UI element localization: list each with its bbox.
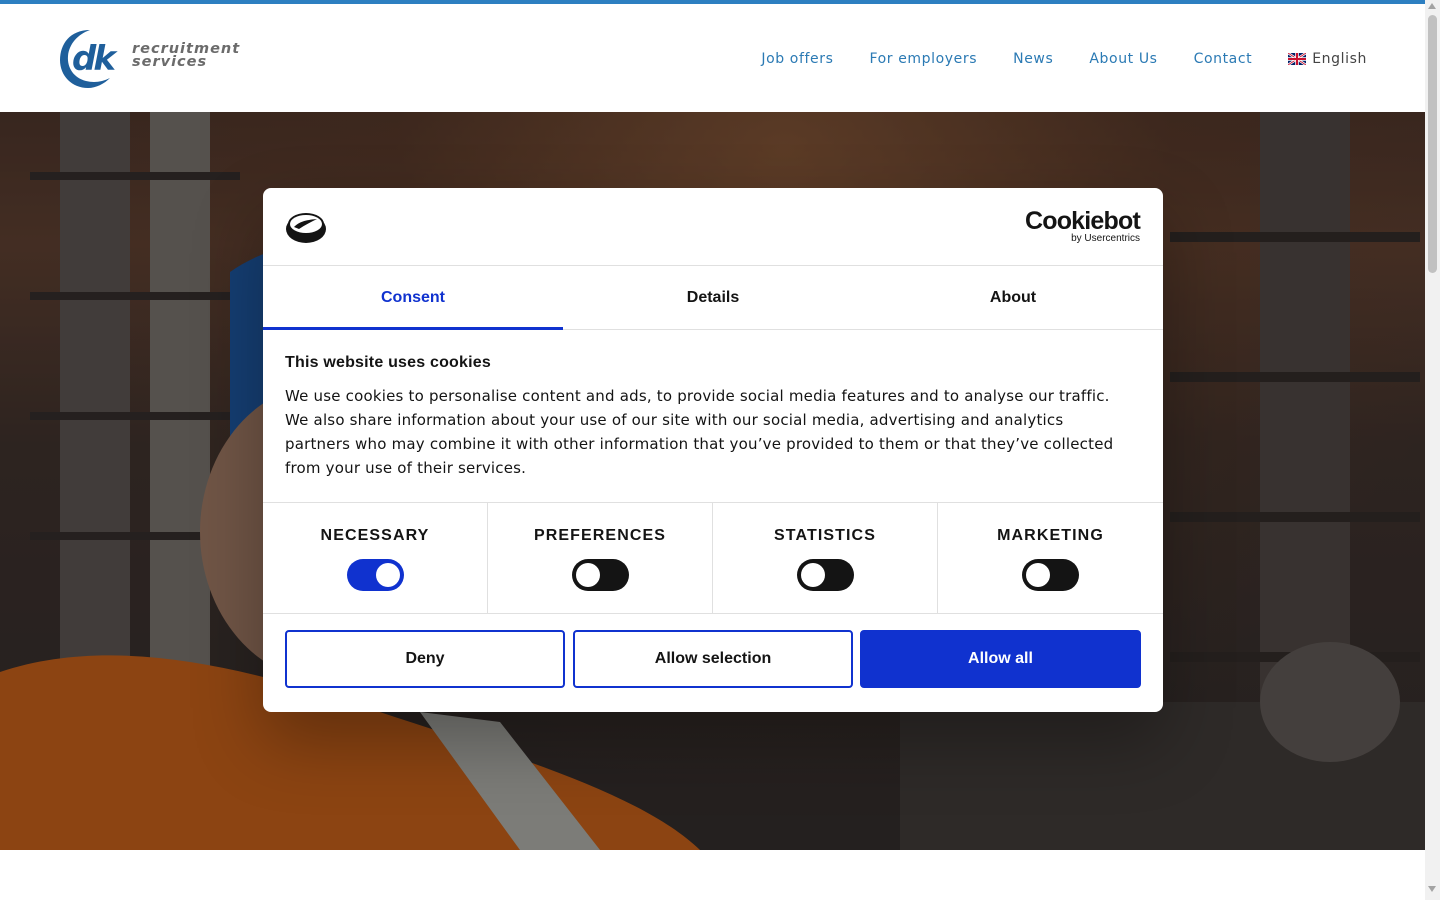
- site-header: dk recruitment services Job offers For e…: [0, 4, 1425, 112]
- uk-flag-icon: [1288, 53, 1307, 65]
- toggle-knob: [575, 563, 600, 587]
- scrollbar-thumb[interactable]: [1428, 15, 1437, 273]
- tab-about[interactable]: About: [863, 266, 1163, 329]
- dialog-header: Cookiebot by Usercentrics: [263, 188, 1163, 266]
- cookie-consent-dialog: Cookiebot by Usercentrics Consent Detail…: [263, 188, 1163, 712]
- category-label: NECESSARY: [320, 527, 430, 544]
- dialog-actions: Deny Allow selection Allow all: [285, 630, 1141, 688]
- nav-for-employers[interactable]: For employers: [869, 51, 977, 67]
- preferences-toggle[interactable]: [571, 559, 629, 591]
- dk-logo-icon: dk: [60, 30, 120, 88]
- category-label: STATISTICS: [774, 527, 876, 544]
- cookie-category-toggles: NECESSARY PREFERENCES STATISTICS MARKETI…: [263, 502, 1163, 614]
- cookiebot-logo[interactable]: Cookiebot by Usercentrics: [1024, 207, 1141, 245]
- toggle-knob: [1026, 563, 1050, 587]
- tab-consent[interactable]: Consent: [263, 266, 563, 330]
- logo-line-2: services: [132, 54, 208, 70]
- necessary-toggle[interactable]: [346, 559, 404, 591]
- scroll-down-arrow-icon[interactable]: [1428, 886, 1436, 892]
- dialog-description: We use cookies to personalise content an…: [285, 387, 1114, 477]
- nav-contact[interactable]: Contact: [1194, 51, 1253, 67]
- nav-job-offers[interactable]: Job offers: [761, 51, 833, 67]
- language-label: English: [1312, 51, 1367, 67]
- toggle-knob: [375, 563, 400, 587]
- category-statistics: STATISTICS: [713, 503, 938, 613]
- statistics-toggle[interactable]: [796, 559, 854, 591]
- dialog-tabs: Consent Details About: [263, 266, 1163, 330]
- page-scrollbar[interactable]: [1425, 0, 1440, 900]
- marketing-toggle[interactable]: [1022, 559, 1079, 591]
- dialog-body: This website uses cookies We use cookies…: [285, 354, 1125, 480]
- main-nav: Job offers For employers News About Us C…: [725, 50, 1367, 68]
- logo-text: recruitment services: [132, 42, 240, 70]
- allow-all-button[interactable]: Allow all: [860, 630, 1141, 688]
- site-logo[interactable]: dk recruitment services: [56, 26, 246, 92]
- category-label: PREFERENCES: [533, 527, 667, 544]
- cookiebot-name: Cookiebot: [1024, 207, 1141, 235]
- category-marketing: MARKETING: [938, 503, 1163, 613]
- deny-button[interactable]: Deny: [285, 630, 565, 688]
- tab-details[interactable]: Details: [563, 266, 863, 329]
- category-preferences: PREFERENCES: [488, 503, 713, 613]
- category-necessary: NECESSARY: [263, 503, 488, 613]
- toggle-knob: [800, 563, 825, 587]
- dialog-title: This website uses cookies: [285, 354, 491, 371]
- nav-news[interactable]: News: [1013, 51, 1053, 67]
- scroll-up-arrow-icon[interactable]: [1428, 3, 1436, 9]
- language-switcher[interactable]: English: [1288, 51, 1367, 67]
- svg-text:dk: dk: [72, 39, 118, 79]
- site-badge-icon: [286, 213, 326, 243]
- nav-about-us[interactable]: About Us: [1089, 51, 1157, 67]
- allow-selection-button[interactable]: Allow selection: [573, 630, 853, 688]
- category-label: MARKETING: [997, 527, 1104, 544]
